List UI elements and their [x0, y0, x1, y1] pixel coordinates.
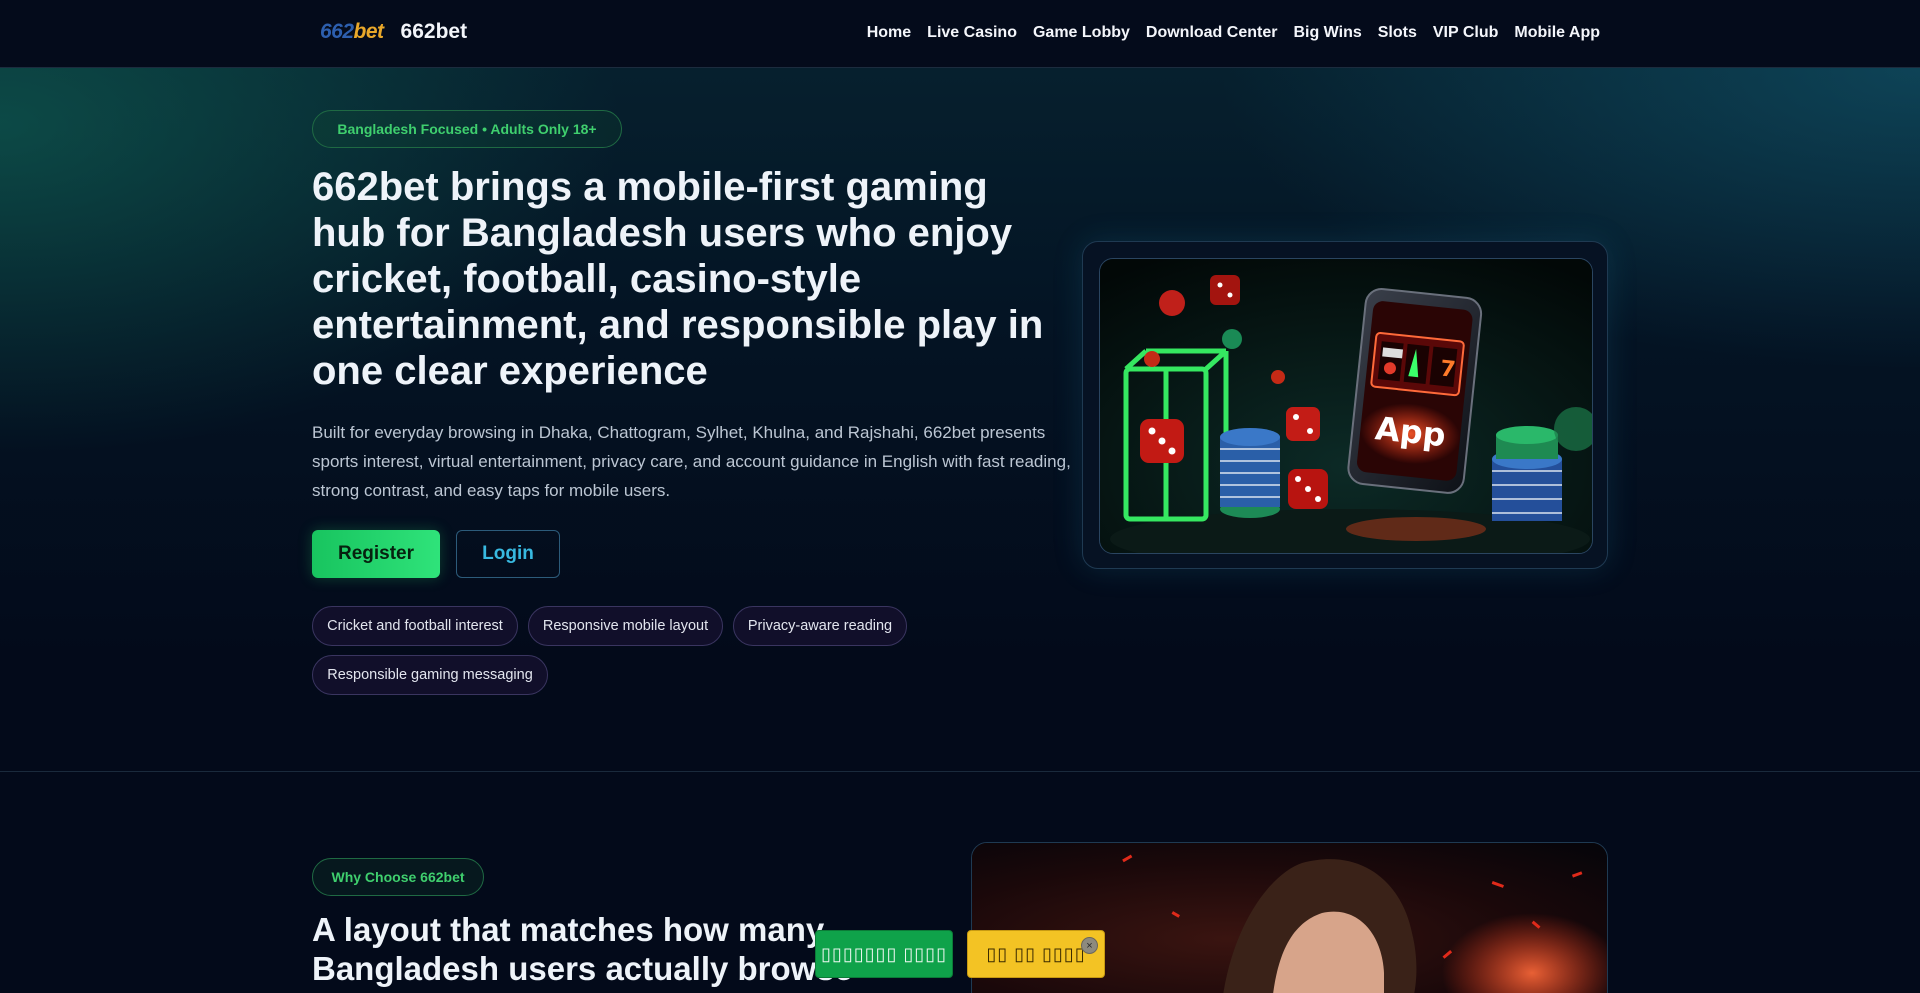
feature-tag-responsible: Responsible gaming messaging [312, 655, 548, 695]
app-label: App [1373, 409, 1447, 454]
nav-vip-club[interactable]: VIP Club [1433, 24, 1499, 42]
casino-app-art: 7 App [1100, 259, 1592, 553]
hero-badge: Bangladesh Focused • Adults Only 18+ [312, 110, 622, 148]
nav-download-center[interactable]: Download Center [1146, 24, 1278, 42]
casino-app-illustration: 7 App [1099, 258, 1593, 554]
nav-live-casino[interactable]: Live Casino [927, 24, 1017, 42]
logo-mark: 662bet [320, 20, 384, 44]
hero-description: Built for everyday browsing in Dhaka, Ch… [312, 423, 1071, 500]
login-button[interactable]: Login [456, 530, 560, 578]
logo-number: 662 [320, 20, 354, 43]
brand-name: 662bet [400, 20, 468, 43]
hero-image-card: 7 App [1082, 241, 1608, 569]
top-navbar: 662bet 662bet Home Live Casino Game Lobb… [0, 0, 1920, 68]
logo[interactable]: 662bet 662bet [320, 20, 467, 44]
register-button[interactable]: Register [312, 530, 440, 578]
close-icon[interactable]: × [1081, 937, 1098, 954]
hero-headline: 662bet brings a mobile-first gaming hub … [312, 165, 1044, 393]
nav-slots[interactable]: Slots [1378, 24, 1417, 42]
logo-word: bet [353, 20, 385, 43]
svg-text:7: 7 [1439, 357, 1457, 383]
feature-tag-privacy: Privacy-aware reading [733, 606, 907, 646]
nav-big-wins[interactable]: Big Wins [1293, 24, 1361, 42]
feature-tag-cricket: Cricket and football interest [312, 606, 518, 646]
nav-home[interactable]: Home [867, 24, 911, 42]
section2-headline: A layout that matches how many Banglades… [312, 911, 854, 987]
section2-badge: Why Choose 662bet [312, 858, 484, 896]
floating-green-button[interactable]: ▯▯▯▯▯▯▯ ▯▯▯▯ [815, 930, 953, 978]
nav-mobile-app[interactable]: Mobile App [1514, 24, 1600, 42]
nav-game-lobby[interactable]: Game Lobby [1033, 24, 1130, 42]
feature-tag-responsive: Responsive mobile layout [528, 606, 723, 646]
main-nav: Home Live Casino Game Lobby Download Cen… [867, 24, 1600, 42]
